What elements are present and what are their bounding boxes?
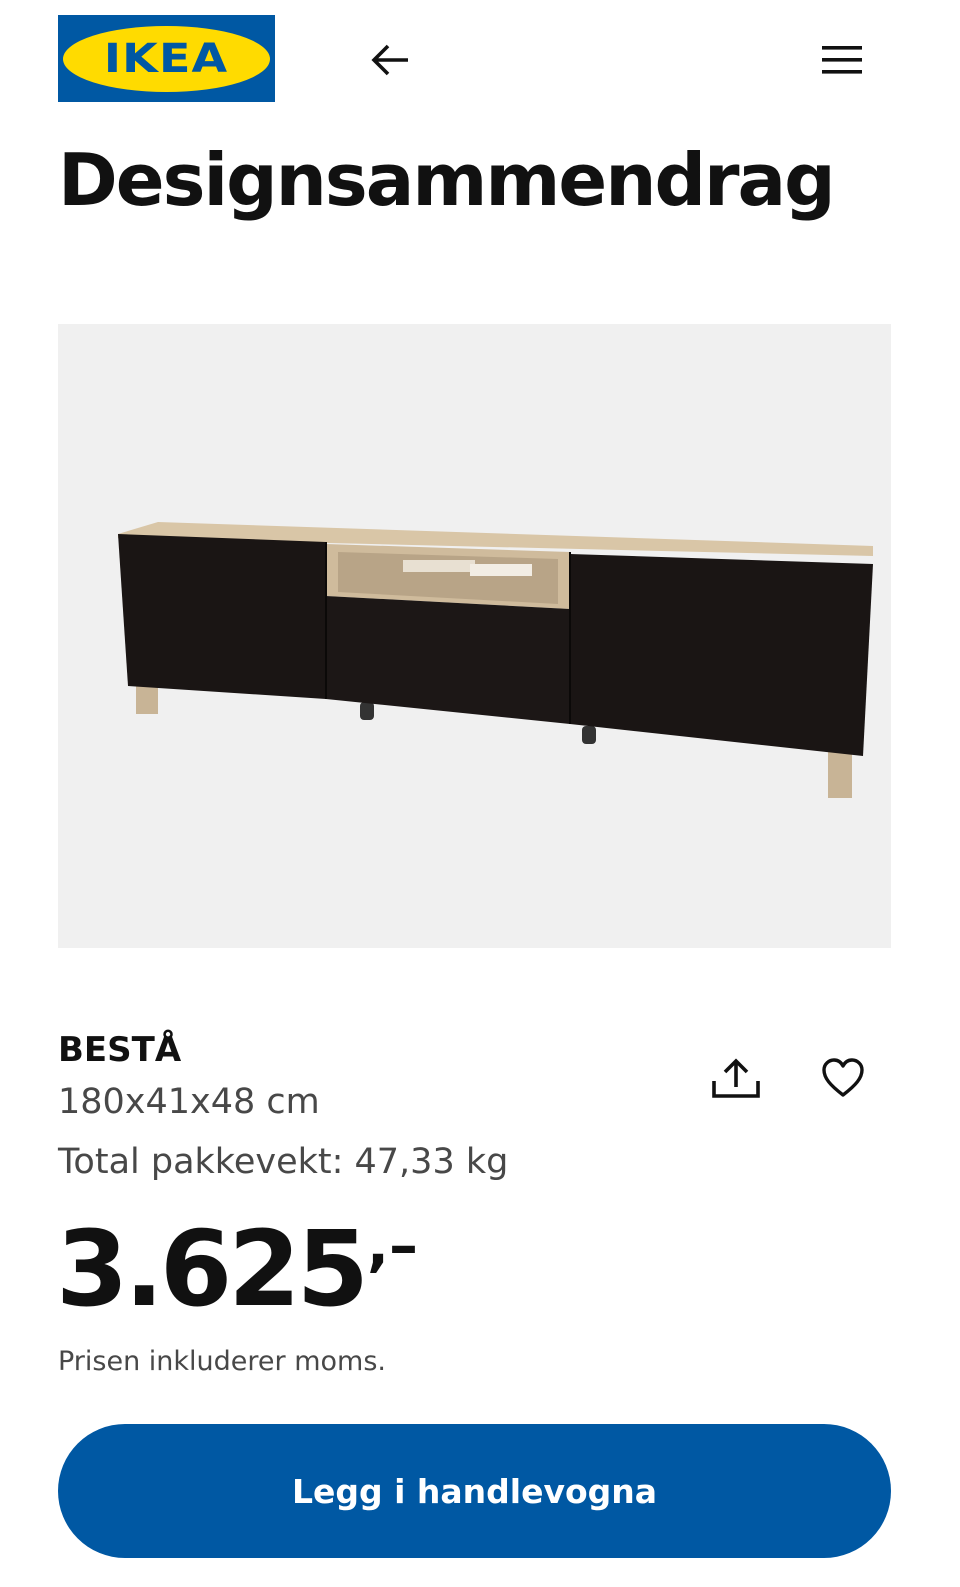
favorite-button[interactable] [811,1046,875,1110]
logo-oval: IKEA [63,25,270,92]
header: IKEA [0,0,960,110]
menu-button[interactable] [812,30,872,90]
product-name: BESTÅ [58,1030,182,1070]
product-image[interactable] [58,324,891,948]
add-to-cart-button[interactable]: Legg i handlevogna [58,1424,891,1558]
arrow-left-icon [371,44,408,76]
ikea-logo[interactable]: IKEA [58,15,275,102]
back-button[interactable] [360,30,420,90]
heart-icon [822,1058,864,1097]
price-vat-note: Prisen inkluderer moms. [58,1346,386,1377]
hamburger-menu-icon [822,46,862,74]
page-title: Designsammendrag [58,138,836,222]
price-integer: 3.625 [56,1208,369,1330]
product-weight: Total pakkevekt: 47,33 kg [58,1142,509,1182]
product-dimensions: 180x41x48 cm [58,1082,320,1122]
price: 3.625,– [56,1208,418,1330]
share-button[interactable] [704,1046,768,1110]
tv-bench-image [118,522,873,798]
share-icon [712,1058,760,1098]
price-decimal: ,– [366,1211,419,1279]
logo-text: IKEA [104,35,229,82]
